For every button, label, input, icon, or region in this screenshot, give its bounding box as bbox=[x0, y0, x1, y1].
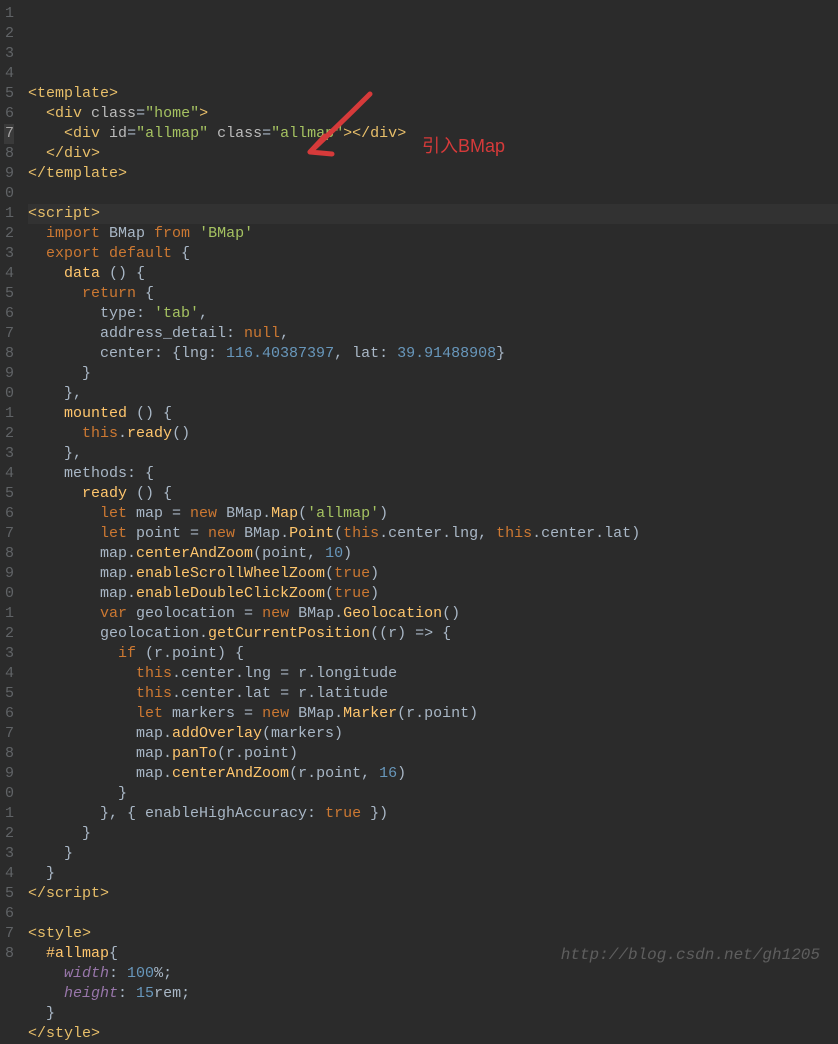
code-line[interactable]: } bbox=[28, 784, 838, 804]
line-number: 5 bbox=[4, 684, 14, 704]
line-number-gutter: 1234567890123456789012345678901234567890… bbox=[0, 0, 22, 973]
line-number: 2 bbox=[4, 224, 14, 244]
code-line[interactable]: map.centerAndZoom(point, 10) bbox=[28, 544, 838, 564]
line-number: 2 bbox=[4, 24, 14, 44]
code-line[interactable]: <script> bbox=[28, 204, 838, 224]
line-number: 9 bbox=[4, 364, 14, 384]
line-number: 8 bbox=[4, 544, 14, 564]
code-line[interactable]: let map = new BMap.Map('allmap') bbox=[28, 504, 838, 524]
code-line[interactable] bbox=[28, 904, 838, 924]
code-line[interactable]: export default { bbox=[28, 244, 838, 264]
code-line[interactable]: map.panTo(r.point) bbox=[28, 744, 838, 764]
line-number: 0 bbox=[4, 584, 14, 604]
line-number: 6 bbox=[4, 104, 14, 124]
line-number: 1 bbox=[4, 4, 14, 24]
line-number: 3 bbox=[4, 244, 14, 264]
code-line[interactable]: geolocation.getCurrentPosition((r) => { bbox=[28, 624, 838, 644]
code-line[interactable]: type: 'tab', bbox=[28, 304, 838, 324]
line-number: 1 bbox=[4, 204, 14, 224]
line-number: 6 bbox=[4, 904, 14, 924]
code-line[interactable]: }, bbox=[28, 384, 838, 404]
code-line[interactable]: mounted () { bbox=[28, 404, 838, 424]
line-number: 5 bbox=[4, 484, 14, 504]
line-number: 9 bbox=[4, 164, 14, 184]
watermark: http://blog.csdn.net/gh1205 bbox=[561, 945, 820, 965]
line-number: 7 bbox=[4, 324, 14, 344]
line-number: 4 bbox=[4, 464, 14, 484]
code-line[interactable]: </script> bbox=[28, 884, 838, 904]
code-line[interactable]: map.enableScrollWheelZoom(true) bbox=[28, 564, 838, 584]
code-line[interactable]: } bbox=[28, 864, 838, 884]
code-line[interactable]: </template> bbox=[28, 164, 838, 184]
code-area[interactable]: 引入BMap <template> <div class="home"> <di… bbox=[22, 0, 838, 973]
line-number: 1 bbox=[4, 604, 14, 624]
line-number: 4 bbox=[4, 864, 14, 884]
line-number: 2 bbox=[4, 624, 14, 644]
line-number: 6 bbox=[4, 504, 14, 524]
line-number: 2 bbox=[4, 824, 14, 844]
line-number: 3 bbox=[4, 844, 14, 864]
code-line[interactable]: <div class="home"> bbox=[28, 104, 838, 124]
line-number: 8 bbox=[4, 344, 14, 364]
code-line[interactable]: <style> bbox=[28, 924, 838, 944]
line-number: 6 bbox=[4, 304, 14, 324]
line-number: 8 bbox=[4, 744, 14, 764]
line-number: 3 bbox=[4, 444, 14, 464]
line-number: 9 bbox=[4, 764, 14, 784]
code-line[interactable]: data () { bbox=[28, 264, 838, 284]
line-number: 0 bbox=[4, 784, 14, 804]
line-number: 6 bbox=[4, 704, 14, 724]
code-line[interactable]: } bbox=[28, 1004, 838, 1024]
line-number: 7 bbox=[4, 924, 14, 944]
line-number: 9 bbox=[4, 564, 14, 584]
line-number: 2 bbox=[4, 424, 14, 444]
code-line[interactable]: return { bbox=[28, 284, 838, 304]
code-line[interactable]: import BMap from 'BMap' bbox=[28, 224, 838, 244]
code-line[interactable]: } bbox=[28, 364, 838, 384]
line-number: 1 bbox=[4, 404, 14, 424]
code-line[interactable]: map.enableDoubleClickZoom(true) bbox=[28, 584, 838, 604]
code-line[interactable]: }, bbox=[28, 444, 838, 464]
line-number: 4 bbox=[4, 264, 14, 284]
line-number: 1 bbox=[4, 804, 14, 824]
code-line[interactable]: }, { enableHighAccuracy: true }) bbox=[28, 804, 838, 824]
line-number: 7 bbox=[4, 124, 14, 144]
line-number: 0 bbox=[4, 384, 14, 404]
code-line[interactable]: methods: { bbox=[28, 464, 838, 484]
line-number: 4 bbox=[4, 664, 14, 684]
line-number: 5 bbox=[4, 284, 14, 304]
code-line[interactable]: </style> bbox=[28, 1024, 838, 1044]
code-line[interactable]: ready () { bbox=[28, 484, 838, 504]
line-number: 3 bbox=[4, 644, 14, 664]
code-line[interactable]: } bbox=[28, 844, 838, 864]
annotation-text: 引入BMap bbox=[422, 136, 505, 156]
line-number: 7 bbox=[4, 524, 14, 544]
code-line[interactable]: if (r.point) { bbox=[28, 644, 838, 664]
code-line[interactable]: this.center.lat = r.latitude bbox=[28, 684, 838, 704]
line-number: 7 bbox=[4, 724, 14, 744]
code-line[interactable]: let point = new BMap.Point(this.center.l… bbox=[28, 524, 838, 544]
code-line[interactable]: center: {lng: 116.40387397, lat: 39.9148… bbox=[28, 344, 838, 364]
code-line[interactable]: map.addOverlay(markers) bbox=[28, 724, 838, 744]
code-line[interactable]: <template> bbox=[28, 84, 838, 104]
line-number: 4 bbox=[4, 64, 14, 84]
line-number: 5 bbox=[4, 884, 14, 904]
line-number: 5 bbox=[4, 84, 14, 104]
code-editor[interactable]: 1234567890123456789012345678901234567890… bbox=[0, 0, 838, 973]
code-line[interactable]: map.centerAndZoom(r.point, 16) bbox=[28, 764, 838, 784]
code-line[interactable]: address_detail: null, bbox=[28, 324, 838, 344]
code-line[interactable]: this.ready() bbox=[28, 424, 838, 444]
line-number: 0 bbox=[4, 184, 14, 204]
line-number: 3 bbox=[4, 44, 14, 64]
code-line[interactable]: var geolocation = new BMap.Geolocation() bbox=[28, 604, 838, 624]
code-line[interactable]: let markers = new BMap.Marker(r.point) bbox=[28, 704, 838, 724]
code-line[interactable]: width: 100%; bbox=[28, 964, 838, 984]
line-number: 8 bbox=[4, 144, 14, 164]
code-line[interactable]: height: 15rem; bbox=[28, 984, 838, 1004]
code-line[interactable]: } bbox=[28, 824, 838, 844]
code-line[interactable]: this.center.lng = r.longitude bbox=[28, 664, 838, 684]
code-line[interactable] bbox=[28, 184, 838, 204]
line-number: 8 bbox=[4, 944, 14, 964]
